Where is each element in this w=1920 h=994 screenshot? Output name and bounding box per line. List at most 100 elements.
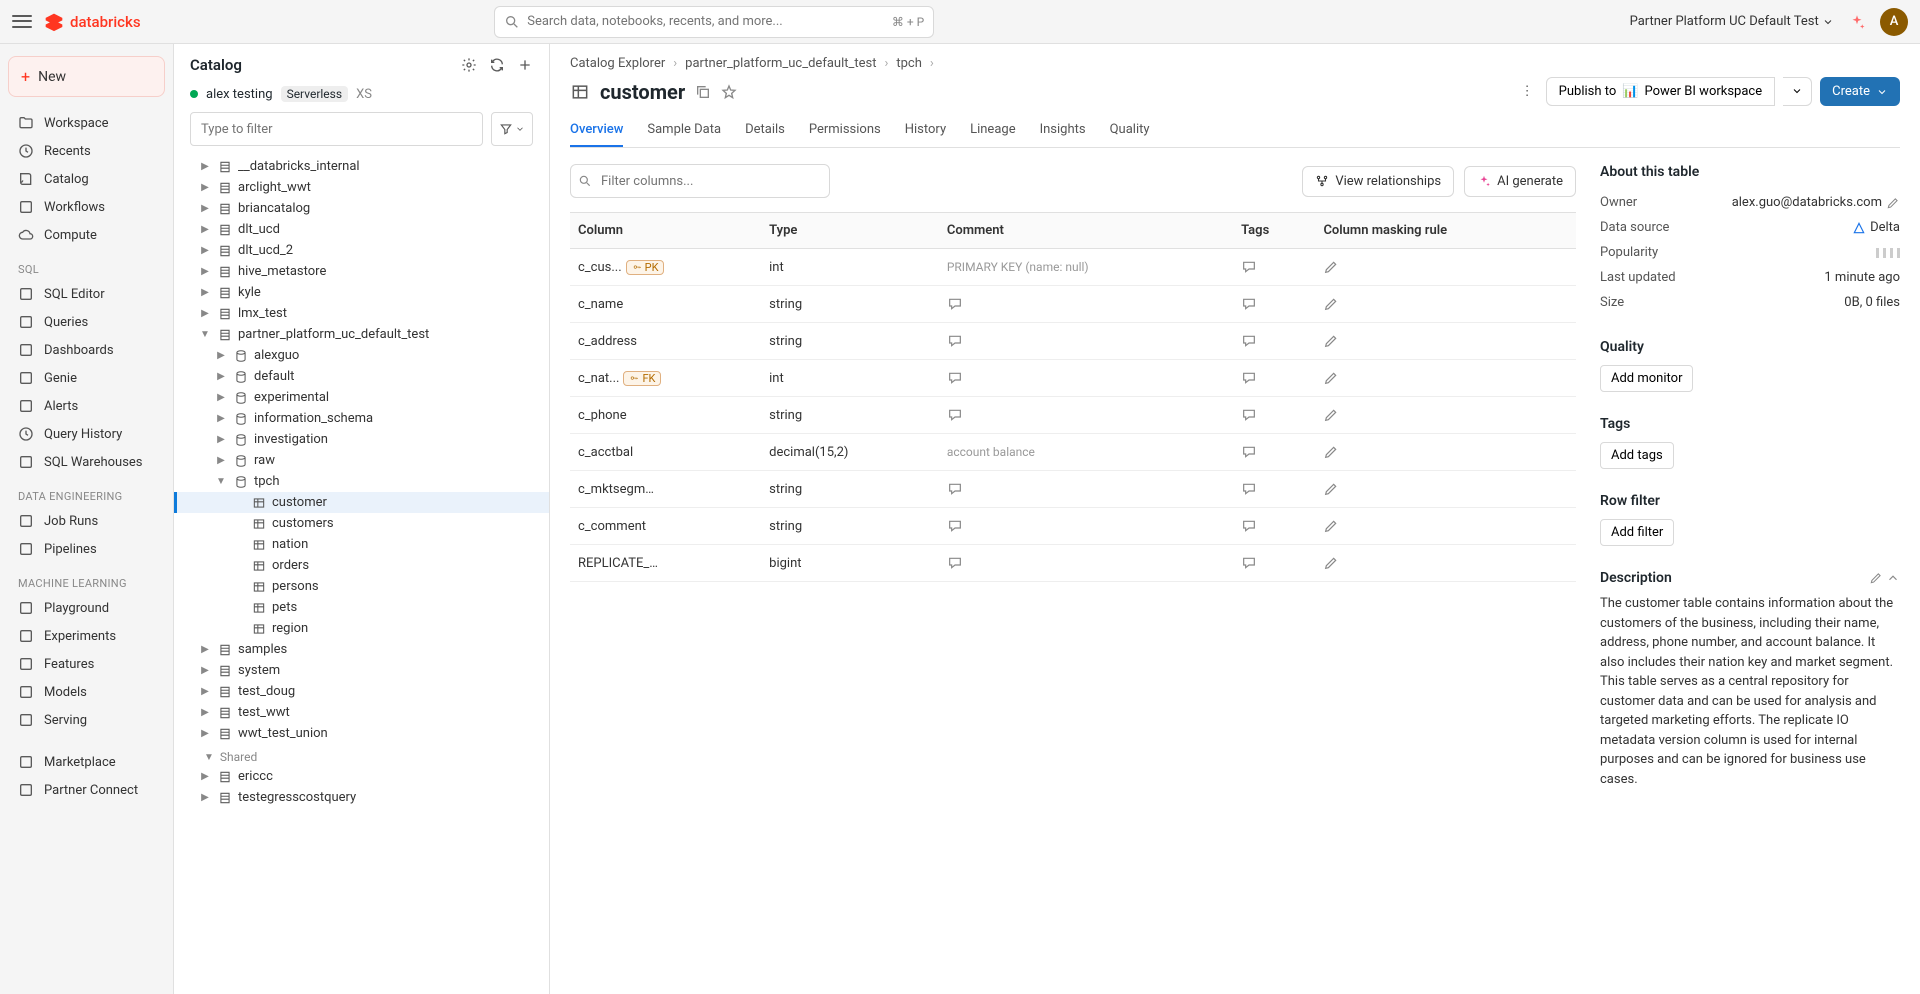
tree-item[interactable]: ▶briancatalog — [174, 198, 549, 219]
tree-item[interactable]: ▶testegresscostquery — [174, 787, 549, 808]
catalog-add-icon[interactable] — [517, 57, 533, 73]
menu-toggle[interactable] — [12, 12, 32, 32]
table-row[interactable]: c_name string — [570, 286, 1576, 323]
tree-item[interactable]: ▶nation — [174, 534, 549, 555]
column-header[interactable]: Column — [570, 213, 761, 249]
sidebar-item-sql-editor[interactable]: SQL Editor — [8, 280, 165, 308]
add-tag-icon[interactable] — [1241, 407, 1257, 423]
table-row[interactable]: c_cus...PK int PRIMARY KEY (name: null) — [570, 249, 1576, 286]
catalog-filter-button[interactable] — [491, 112, 533, 146]
tree-item[interactable]: ▶hive_metastore — [174, 261, 549, 282]
tree-item[interactable]: ▶raw — [174, 450, 549, 471]
tree-item[interactable]: ▶persons — [174, 576, 549, 597]
tree-item[interactable]: ▶region — [174, 618, 549, 639]
tree-item[interactable]: ▶orders — [174, 555, 549, 576]
table-row[interactable]: REPLICATE_I... bigint — [570, 545, 1576, 582]
tab-sample-data[interactable]: Sample Data — [647, 114, 721, 147]
add-monitor-button[interactable]: Add monitor — [1600, 365, 1693, 392]
add-tag-icon[interactable] — [1241, 518, 1257, 534]
new-button[interactable]: +New — [8, 56, 165, 97]
sidebar-item-query-history[interactable]: Query History — [8, 420, 165, 448]
sidebar-item-recents[interactable]: Recents — [8, 137, 165, 165]
favorite-icon[interactable] — [721, 84, 737, 100]
tab-insights[interactable]: Insights — [1040, 114, 1086, 147]
sidebar-item-genie[interactable]: Genie — [8, 364, 165, 392]
tree-item[interactable]: ▶test_doug — [174, 681, 549, 702]
breadcrumb-root[interactable]: Catalog Explorer — [570, 56, 665, 71]
add-comment-icon[interactable] — [947, 407, 963, 423]
tree-item[interactable]: ▶system — [174, 660, 549, 681]
tree-item[interactable]: ▶customer — [174, 492, 549, 513]
column-header[interactable]: Type — [761, 213, 939, 249]
edit-mask-icon[interactable] — [1323, 407, 1339, 423]
sidebar-item-dashboards[interactable]: Dashboards — [8, 336, 165, 364]
ai-generate-button[interactable]: AI generate — [1464, 166, 1576, 197]
edit-mask-icon[interactable] — [1323, 481, 1339, 497]
add-comment-icon[interactable] — [947, 518, 963, 534]
sidebar-item-pipelines[interactable]: Pipelines — [8, 535, 165, 563]
sidebar-item-workspace[interactable]: Workspace — [8, 109, 165, 137]
workspace-switcher[interactable]: Partner Platform UC Default Test — [1630, 14, 1834, 29]
table-row[interactable]: c_mktsegment string — [570, 471, 1576, 508]
search-input[interactable] — [494, 6, 934, 38]
catalog-refresh-icon[interactable] — [489, 57, 505, 73]
add-tag-icon[interactable] — [1241, 333, 1257, 349]
more-actions-icon[interactable]: ⋮ — [1517, 80, 1538, 103]
collapse-description-icon[interactable] — [1886, 571, 1900, 585]
edit-mask-icon[interactable] — [1323, 555, 1339, 571]
tree-item[interactable]: ▶__databricks_internal — [174, 156, 549, 177]
tab-lineage[interactable]: Lineage — [970, 114, 1016, 147]
publish-button[interactable]: Publish to 📊 Power BI workspace — [1546, 77, 1775, 106]
add-tag-icon[interactable] — [1241, 259, 1257, 275]
tree-item[interactable]: ▶pets — [174, 597, 549, 618]
add-comment-icon[interactable] — [947, 333, 963, 349]
edit-mask-icon[interactable] — [1323, 259, 1339, 275]
assistant-icon[interactable] — [1848, 13, 1866, 31]
sidebar-item-workflows[interactable]: Workflows — [8, 193, 165, 221]
sidebar-item-models[interactable]: Models — [8, 678, 165, 706]
logo[interactable]: databricks — [44, 12, 141, 32]
tree-item[interactable]: ▼partner_platform_uc_default_test — [174, 324, 549, 345]
tab-permissions[interactable]: Permissions — [809, 114, 881, 147]
user-avatar[interactable]: A — [1880, 8, 1908, 36]
sidebar-item-alerts[interactable]: Alerts — [8, 392, 165, 420]
edit-mask-icon[interactable] — [1323, 444, 1339, 460]
cluster-indicator[interactable]: alex testing Serverless XS — [174, 86, 549, 112]
sidebar-item-job-runs[interactable]: Job Runs — [8, 507, 165, 535]
edit-description-icon[interactable] — [1869, 571, 1883, 585]
shared-section[interactable]: ▼ Shared — [174, 744, 549, 766]
table-row[interactable]: c_acctbal decimal(15,2) account balance — [570, 434, 1576, 471]
add-comment-icon[interactable] — [947, 370, 963, 386]
edit-mask-icon[interactable] — [1323, 518, 1339, 534]
tree-item[interactable]: ▶default — [174, 366, 549, 387]
tab-overview[interactable]: Overview — [570, 114, 623, 147]
tree-item[interactable]: ▼tpch — [174, 471, 549, 492]
sidebar-item-experiments[interactable]: Experiments — [8, 622, 165, 650]
tab-history[interactable]: History — [905, 114, 946, 147]
add-tag-icon[interactable] — [1241, 481, 1257, 497]
tree-item[interactable]: ▶kyle — [174, 282, 549, 303]
sidebar-item-compute[interactable]: Compute — [8, 221, 165, 249]
create-button[interactable]: Create — [1820, 77, 1900, 106]
add-filter-button[interactable]: Add filter — [1600, 519, 1674, 546]
tree-item[interactable]: ▶investigation — [174, 429, 549, 450]
publish-dropdown[interactable] — [1783, 77, 1812, 106]
breadcrumb-schema[interactable]: tpch — [896, 56, 922, 71]
breadcrumb-catalog[interactable]: partner_platform_uc_default_test — [685, 56, 876, 71]
edit-mask-icon[interactable] — [1323, 370, 1339, 386]
tree-item[interactable]: ▶dlt_ucd — [174, 219, 549, 240]
column-header[interactable]: Comment — [939, 213, 1233, 249]
sidebar-item-playground[interactable]: Playground — [8, 594, 165, 622]
tree-item[interactable]: ▶arclight_wwt — [174, 177, 549, 198]
tree-item[interactable]: ▶ericcc — [174, 766, 549, 787]
tab-quality[interactable]: Quality — [1110, 114, 1150, 147]
view-relationships-button[interactable]: View relationships — [1302, 166, 1454, 197]
tree-item[interactable]: ▶customers — [174, 513, 549, 534]
sidebar-item-marketplace[interactable]: Marketplace — [8, 748, 165, 776]
add-tag-icon[interactable] — [1241, 296, 1257, 312]
tree-item[interactable]: ▶lmx_test — [174, 303, 549, 324]
sidebar-item-sql-warehouses[interactable]: SQL Warehouses — [8, 448, 165, 476]
sidebar-item-partner-connect[interactable]: Partner Connect — [8, 776, 165, 804]
add-tag-icon[interactable] — [1241, 555, 1257, 571]
tree-item[interactable]: ▶alexguo — [174, 345, 549, 366]
